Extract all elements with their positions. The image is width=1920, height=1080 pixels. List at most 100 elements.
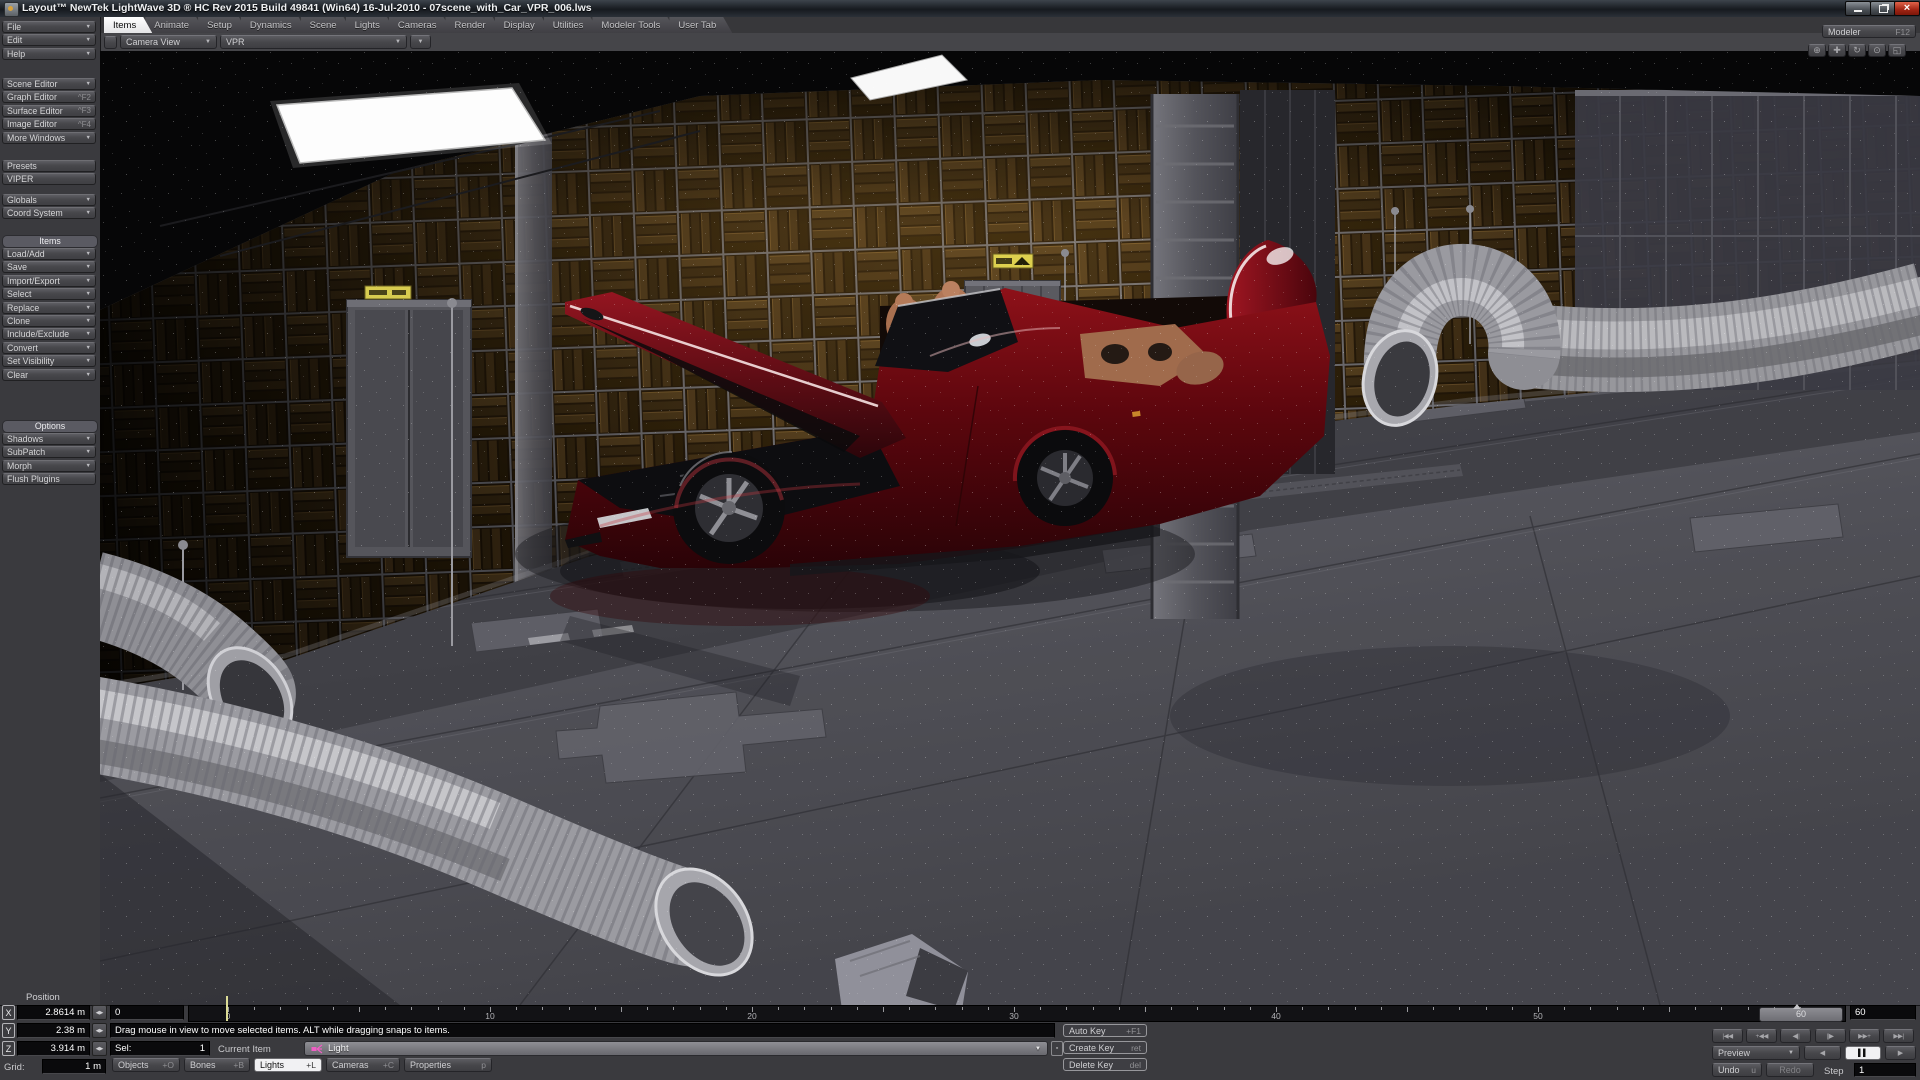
sidebar-item-globals[interactable]: Globals▼ bbox=[2, 194, 96, 206]
axis-x-button[interactable]: X bbox=[2, 1005, 15, 1020]
tab-scene[interactable]: Scene bbox=[301, 17, 353, 33]
sidebar-item-include-exclude[interactable]: Include/Exclude▼ bbox=[2, 328, 96, 340]
minimize-button[interactable] bbox=[1845, 1, 1871, 16]
sidebar-item-load-add[interactable]: Load/Add▼ bbox=[2, 248, 96, 260]
sidebar-item-shadows[interactable]: Shadows▼ bbox=[2, 433, 96, 445]
item-tab-lights[interactable]: Lights+L bbox=[254, 1058, 322, 1072]
item-tab-properties[interactable]: Propertiesp bbox=[404, 1058, 492, 1072]
sidebar-item-save[interactable]: Save▼ bbox=[2, 261, 96, 273]
fit-tool-icon[interactable]: ◱ bbox=[1888, 44, 1906, 57]
tab-utilities[interactable]: Utilities bbox=[544, 17, 600, 33]
current-frame-marker[interactable] bbox=[226, 996, 228, 1021]
end-frame-field[interactable]: 60 bbox=[1850, 1005, 1916, 1020]
tab-lights[interactable]: Lights bbox=[346, 17, 396, 33]
sidebar-item-morph[interactable]: Morph▼ bbox=[2, 460, 96, 472]
close-button[interactable]: × bbox=[1894, 1, 1920, 16]
axis-x-spinner[interactable]: ◀▶ bbox=[92, 1005, 107, 1020]
title-bar[interactable]: Layout™ NewTek LightWave 3D ® HC Rev 201… bbox=[0, 0, 1920, 18]
tab-setup[interactable]: Setup bbox=[198, 17, 248, 33]
timeline-tick bbox=[1171, 1007, 1172, 1010]
sidebar-item-help[interactable]: Help▼ bbox=[2, 48, 96, 60]
render-mode-dropdown[interactable]: VPR ▼ bbox=[220, 35, 407, 49]
axis-z-value[interactable]: 3.914 m bbox=[17, 1041, 90, 1056]
sidebar-item-more-windows[interactable]: More Windows▼ bbox=[2, 132, 96, 144]
item-tab-bones[interactable]: Bones+B bbox=[184, 1058, 250, 1072]
sidebar-item-image-editor[interactable]: Image Editor^F4 bbox=[2, 118, 96, 130]
go-to-end-button[interactable]: ▶▶| bbox=[1883, 1029, 1914, 1043]
sidebar-item-import-export[interactable]: Import/Export▼ bbox=[2, 275, 96, 287]
tab-user-tab[interactable]: User Tab bbox=[669, 17, 732, 33]
sidebar-item-viper[interactable]: VIPER bbox=[2, 173, 96, 185]
tab-items[interactable]: Items bbox=[104, 17, 152, 33]
sidebar-item-set-visibility[interactable]: Set Visibility▼ bbox=[2, 355, 96, 367]
current-frame-field[interactable]: 0 bbox=[110, 1005, 184, 1020]
tab-animate[interactable]: Animate bbox=[145, 17, 205, 33]
sidebar-item-surface-editor[interactable]: Surface Editor^F3 bbox=[2, 105, 96, 117]
prev-key-button[interactable]: +◀◀ bbox=[1746, 1029, 1777, 1043]
tab-cameras[interactable]: Cameras bbox=[389, 17, 453, 33]
axis-x-value[interactable]: 2.8614 m bbox=[17, 1005, 90, 1020]
sidebar-item-clone[interactable]: Clone▼ bbox=[2, 315, 96, 327]
current-item-dropdown[interactable]: Light ▼ bbox=[304, 1041, 1048, 1056]
go-to-start-button[interactable]: |◀◀ bbox=[1712, 1029, 1743, 1043]
undo-button[interactable]: Undou bbox=[1712, 1063, 1762, 1077]
shortcut-label: +F1 bbox=[1126, 1026, 1141, 1036]
sidebar-item-clear[interactable]: Clear▼ bbox=[2, 369, 96, 381]
modeler-button[interactable]: Modeler F12 bbox=[1822, 25, 1916, 38]
item-tab-label: Objects bbox=[118, 1060, 149, 1070]
sidebar-item-label: Clone bbox=[7, 316, 30, 326]
pan-tool-icon[interactable]: ✚ bbox=[1828, 44, 1846, 57]
sidebar-item-file[interactable]: File▼ bbox=[2, 21, 96, 33]
item-tab-cameras[interactable]: Cameras+C bbox=[326, 1058, 400, 1072]
timeline-tick bbox=[700, 1007, 701, 1010]
redo-button[interactable]: Redo bbox=[1766, 1063, 1814, 1077]
sidebar-item-select[interactable]: Select▼ bbox=[2, 288, 96, 300]
sidebar-item-edit[interactable]: Edit▼ bbox=[2, 34, 96, 46]
delete-key-button[interactable]: Delete Keydel bbox=[1063, 1058, 1147, 1071]
view-extra-dropdown[interactable]: ▼ bbox=[410, 35, 431, 49]
tab-render[interactable]: Render bbox=[445, 17, 501, 33]
timeline-ruler[interactable]: 60 01020304050 bbox=[188, 1005, 1846, 1022]
play-reverse-button[interactable]: ◀ bbox=[1804, 1046, 1841, 1060]
item-tab-label: Lights bbox=[260, 1060, 284, 1070]
axis-z-button[interactable]: Z bbox=[2, 1041, 15, 1056]
viewport-option-button[interactable] bbox=[104, 36, 117, 49]
axis-y-spinner[interactable]: ◀▶ bbox=[92, 1023, 107, 1038]
sidebar-item-flush-plugins[interactable]: Flush Plugins bbox=[2, 473, 96, 485]
preview-dropdown[interactable]: Preview▼ bbox=[1712, 1046, 1800, 1060]
rotate-tool-icon[interactable]: ↻ bbox=[1848, 44, 1866, 57]
step-forward-button[interactable]: ||▶ bbox=[1815, 1029, 1846, 1043]
pause-button[interactable]: ▌▌ bbox=[1845, 1046, 1881, 1060]
timeline-tick bbox=[1774, 1007, 1775, 1010]
auto-key-button[interactable]: Auto Key+F1 bbox=[1063, 1024, 1147, 1037]
item-tab-objects[interactable]: Objects+O bbox=[112, 1058, 180, 1072]
grid-label: Grid: bbox=[4, 1062, 25, 1073]
restore-button[interactable] bbox=[1870, 1, 1896, 16]
sidebar-item-graph-editor[interactable]: Graph Editor^F2 bbox=[2, 91, 96, 103]
tab-dynamics[interactable]: Dynamics bbox=[241, 17, 308, 33]
sidebar-item-replace[interactable]: Replace▼ bbox=[2, 302, 96, 314]
play-button[interactable]: ▶ bbox=[1885, 1046, 1916, 1060]
sidebar-item-scene-editor[interactable]: Scene Editor▼ bbox=[2, 78, 96, 90]
sidebar-item-convert[interactable]: Convert▼ bbox=[2, 342, 96, 354]
axis-y-button[interactable]: Y bbox=[2, 1023, 15, 1038]
step-back-button[interactable]: ◀|| bbox=[1780, 1029, 1811, 1043]
current-item-mini-button[interactable]: ▫ bbox=[1051, 1041, 1063, 1056]
tab-display[interactable]: Display bbox=[495, 17, 551, 33]
viewport[interactable] bbox=[100, 51, 1920, 1005]
tab-modeler-tools[interactable]: Modeler Tools bbox=[592, 17, 676, 33]
sidebar-item-presets[interactable]: Presets bbox=[2, 160, 96, 172]
move-tool-icon[interactable]: ⊕ bbox=[1808, 44, 1826, 57]
undo-label: Undo bbox=[1718, 1065, 1740, 1075]
zoom-tool-icon[interactable]: ⊙ bbox=[1868, 44, 1886, 57]
axis-y-value[interactable]: 2.38 m bbox=[17, 1023, 90, 1038]
sidebar-item-coord-system[interactable]: Coord System▼ bbox=[2, 207, 96, 219]
sidebar-item-subpatch[interactable]: SubPatch▼ bbox=[2, 446, 96, 458]
axis-z-spinner[interactable]: ◀▶ bbox=[92, 1041, 107, 1056]
next-key-button[interactable]: ▶▶+ bbox=[1849, 1029, 1880, 1043]
timeline-end-thumb[interactable]: 60 bbox=[1759, 1007, 1843, 1022]
view-mode-dropdown[interactable]: Camera View ▼ bbox=[120, 35, 217, 49]
grid-size-field[interactable]: 1 m bbox=[42, 1059, 106, 1074]
step-field[interactable]: 1 bbox=[1854, 1063, 1916, 1077]
create-key-button[interactable]: Create Keyret bbox=[1063, 1041, 1147, 1054]
